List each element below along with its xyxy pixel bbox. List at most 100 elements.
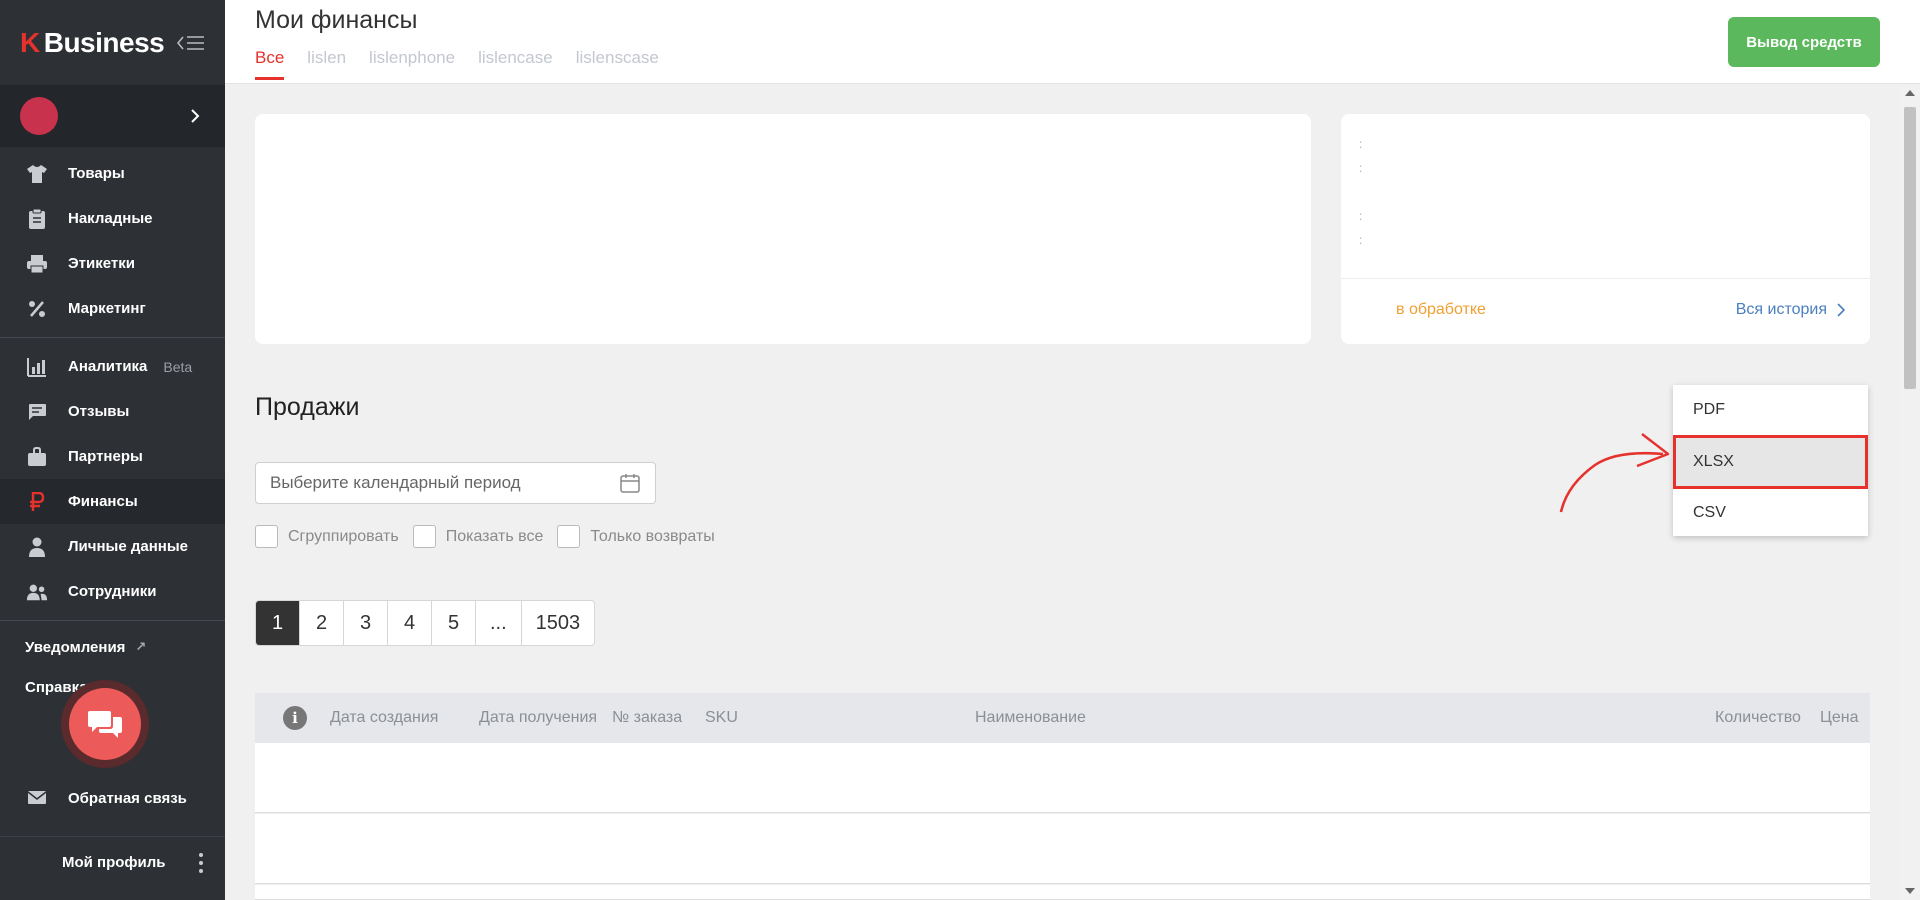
page-button[interactable]: 1: [256, 601, 300, 645]
column-sku[interactable]: SKU: [705, 709, 738, 727]
sales-table-header: i Дата создания Дата получения № заказа …: [255, 693, 1870, 743]
tab-lislenphone[interactable]: lislenphone: [369, 48, 455, 80]
checkbox[interactable]: [557, 525, 581, 548]
page-button[interactable]: 3: [344, 601, 388, 645]
date-range-input[interactable]: [270, 473, 619, 493]
page-header: Мои финансы Все lislen lislenphone lisle…: [225, 0, 1920, 84]
summary-placeholder: ::::: [1359, 137, 1363, 247]
account-switcher[interactable]: [0, 85, 225, 147]
sidebar: K Business Товары Накладные Этикетки Мар…: [0, 0, 225, 900]
sidebar-item-otzyvy[interactable]: Отзывы: [0, 389, 225, 434]
scroll-up-icon[interactable]: [1905, 90, 1915, 96]
sidebar-item-finansy[interactable]: Финансы: [0, 479, 225, 524]
sidebar-item-analitika[interactable]: Аналитика Beta: [0, 344, 225, 389]
beta-badge: Beta: [163, 358, 193, 375]
export-xlsx-option[interactable]: XLSX: [1673, 435, 1868, 489]
sidebar-item-tovary[interactable]: Товары: [0, 151, 225, 196]
sidebar-item-label: Этикетки: [68, 255, 135, 272]
sidebar-item-label: Партнеры: [68, 448, 143, 465]
comment-icon: [26, 401, 48, 423]
table-row[interactable]: [255, 814, 1870, 884]
notifications-label: Уведомления: [25, 638, 126, 656]
sidebar-item-sotrudniki[interactable]: Сотрудники: [0, 569, 225, 614]
export-format-menu: PDF XLSX CSV: [1673, 385, 1868, 536]
sidebar-item-label: Отзывы: [68, 403, 130, 420]
sidebar-item-nakladnye[interactable]: Накладные: [0, 196, 225, 241]
sidebar-item-label: Сотрудники: [68, 583, 157, 600]
returns-only-checkbox[interactable]: Только возвраты: [557, 525, 715, 548]
page-button-last[interactable]: 1503: [522, 601, 594, 645]
sidebar-item-label: Аналитика: [68, 358, 148, 375]
page-button[interactable]: 5: [432, 601, 476, 645]
calendar-icon[interactable]: [619, 472, 641, 494]
scroll-down-icon[interactable]: [1905, 888, 1915, 894]
summary-card: :::: в обработке Вся история: [1341, 114, 1870, 344]
checkbox[interactable]: [255, 525, 278, 548]
sidebar-item-label: Финансы: [68, 493, 138, 510]
users-icon: [26, 581, 48, 603]
info-icon[interactable]: i: [283, 706, 307, 730]
export-pdf-option[interactable]: PDF: [1673, 385, 1868, 435]
table-row[interactable]: [255, 885, 1870, 900]
sidebar-item-partnery[interactable]: Партнеры: [0, 434, 225, 479]
summary-footer: в обработке Вся история: [1341, 278, 1870, 344]
user-icon: [26, 536, 48, 558]
page-title: Мои финансы: [255, 6, 418, 34]
sidebar-item-label: Маркетинг: [68, 300, 146, 317]
sidebar-item-label: Товары: [68, 165, 125, 182]
logo-letter: K: [20, 26, 40, 58]
tabs: Все lislen lislenphone lislencase lislen…: [255, 48, 659, 80]
page-ellipsis: ...: [476, 601, 522, 645]
feedback-link[interactable]: Обратная связь: [0, 777, 225, 819]
group-checkbox[interactable]: Сгруппировать: [255, 525, 399, 548]
profile-menu[interactable]: Мой профиль: [0, 836, 225, 888]
external-link-icon: ↗: [135, 639, 147, 654]
chat-button[interactable]: [61, 680, 149, 768]
logo-text: Business: [43, 26, 165, 58]
export-csv-option[interactable]: CSV: [1673, 489, 1868, 536]
checkbox[interactable]: [412, 525, 436, 548]
filter-checkboxes: Сгруппировать Показать все Только возвра…: [255, 525, 715, 548]
column-order-number[interactable]: № заказа: [612, 709, 682, 727]
date-range-field[interactable]: [255, 462, 656, 504]
bar-chart-icon: [26, 356, 48, 378]
column-quantity[interactable]: Количество: [1715, 709, 1801, 727]
nav-divider: [0, 337, 225, 338]
avatar: [20, 97, 58, 135]
more-vertical-icon[interactable]: [199, 852, 203, 873]
tab-lislencase[interactable]: lislencase: [478, 48, 553, 80]
withdraw-button[interactable]: Вывод средств: [1728, 17, 1880, 67]
checkbox-label: Показать все: [445, 527, 544, 545]
sidebar-item-marketing[interactable]: Маркетинг: [0, 286, 225, 331]
sidebar-item-lichnye-dannye[interactable]: Личные данные: [0, 524, 225, 569]
page-button[interactable]: 2: [300, 601, 344, 645]
logo-row: K Business: [0, 0, 225, 85]
clipboard-icon: [26, 208, 48, 230]
chevron-right-icon: [185, 106, 205, 126]
profile-label: Мой профиль: [62, 854, 166, 871]
history-label: Вся история: [1735, 301, 1827, 318]
tab-all[interactable]: Все: [255, 48, 285, 80]
notifications-link[interactable]: Уведомления ↗: [0, 627, 225, 667]
sidebar-nav: Товары Накладные Этикетки Маркетинг Анал…: [0, 147, 225, 707]
collapse-menu-icon[interactable]: [177, 33, 205, 53]
table-row[interactable]: [255, 743, 1870, 813]
history-link[interactable]: Вся история: [1736, 301, 1845, 319]
balance-card: [255, 114, 1311, 344]
page-scrollbar[interactable]: [1900, 85, 1920, 900]
tab-lislen[interactable]: lislen: [307, 48, 346, 80]
pagination: 1 2 3 4 5 ... 1503: [255, 600, 596, 646]
page-button[interactable]: 4: [388, 601, 432, 645]
column-created-date[interactable]: Дата создания: [330, 709, 438, 727]
chevron-right-icon: [1837, 303, 1845, 317]
ruble-icon: [26, 491, 48, 513]
logo[interactable]: K Business: [20, 26, 165, 59]
column-name[interactable]: Наименование: [975, 709, 1086, 727]
scroll-thumb[interactable]: [1904, 107, 1916, 389]
feedback-label: Обратная связь: [68, 789, 187, 807]
column-received-date[interactable]: Дата получения: [479, 709, 597, 727]
sidebar-item-etiketki[interactable]: Этикетки: [0, 241, 225, 286]
column-price[interactable]: Цена: [1820, 709, 1858, 727]
tab-lislenscase[interactable]: lislenscase: [576, 48, 659, 80]
show-all-checkbox[interactable]: Показать все: [412, 525, 544, 548]
